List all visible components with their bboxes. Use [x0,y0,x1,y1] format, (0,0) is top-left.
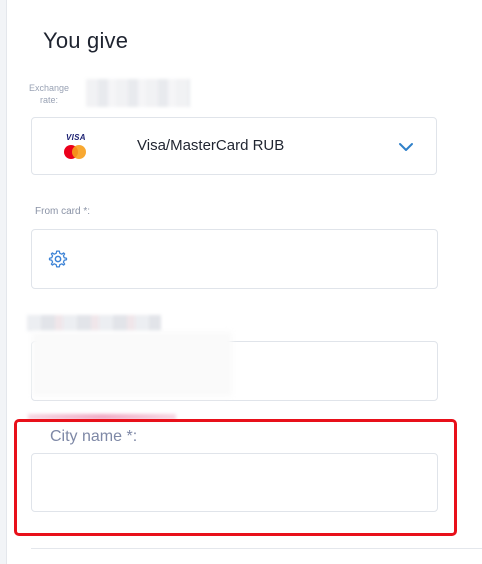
section-title: You give [43,28,129,53]
visa-mastercard-logo: VISA [61,133,91,163]
from-card-label: From card *: [35,206,91,217]
field-label-redacted [27,315,161,331]
payment-method-select[interactable]: VISA Visa/MasterCard RUB [31,117,437,175]
from-card-input[interactable] [31,229,438,289]
gear-icon[interactable] [48,249,68,269]
visa-logo-text: VISA [66,133,86,142]
redacted-input[interactable] [31,332,438,401]
bottom-divider [31,548,482,549]
left-border [0,0,7,564]
payment-method-value: Visa/MasterCard RUB [137,137,285,154]
exchange-rate-label: Exchange rate: [28,83,70,105]
mastercard-yellow-circle [72,145,86,159]
city-name-label: City name *: [50,428,138,445]
exchange-rate-value-redacted [86,79,190,107]
city-name-input[interactable] [31,453,438,512]
redacted-input-overlay [32,332,232,396]
chevron-down-icon[interactable] [397,138,415,156]
